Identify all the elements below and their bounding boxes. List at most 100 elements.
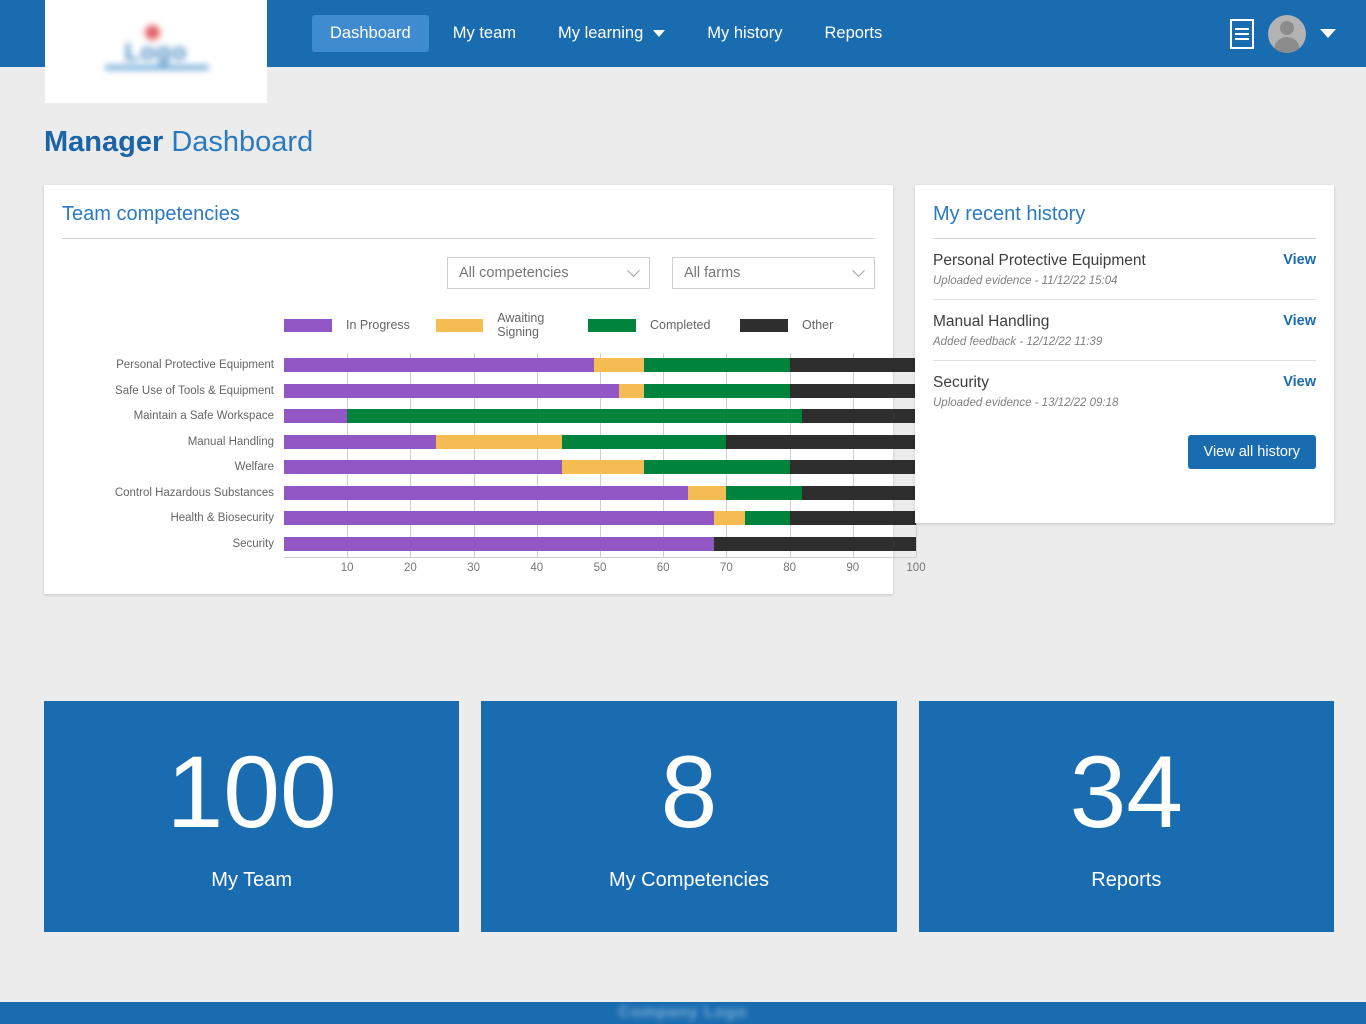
- nav-item-label: Reports: [824, 24, 883, 42]
- chart-bar-segment: [284, 383, 619, 398]
- nav-item-my-learning[interactable]: My learning: [540, 15, 683, 52]
- footer-logo-text: Company Logo: [618, 1004, 748, 1021]
- chart-x-axis: 10 20 30 40 50 60 70 80 90 100: [284, 557, 926, 579]
- chevron-down-icon: [852, 263, 865, 277]
- nav-item-my-team[interactable]: My team: [435, 15, 534, 52]
- user-avatar-icon[interactable]: [1268, 14, 1306, 53]
- legend-label: In Progress: [346, 318, 410, 332]
- history-list-item: Personal Protective Equipment Uploaded ev…: [933, 239, 1316, 300]
- page-title: Manager Dashboard: [44, 126, 313, 159]
- chart-bar-segment: [789, 358, 916, 372]
- chart-stacked-bar: [284, 434, 916, 449]
- nav-item-label: Dashboard: [330, 24, 411, 42]
- chart-bar-segment: [284, 409, 348, 423]
- nav-item-label: My history: [707, 24, 783, 42]
- chart-bar-row: Health & Biosecurity: [170, 506, 916, 532]
- chevron-down-icon: [653, 30, 666, 37]
- chart-category-label: Safe Use of Tools & Equipment: [115, 384, 274, 397]
- chart-stacked-bar: [284, 511, 916, 525]
- chart-bar-segment: [789, 460, 916, 474]
- chevron-down-icon[interactable]: [1320, 29, 1336, 38]
- legend-item: In Progress: [284, 311, 436, 339]
- chart-bar-segment: [284, 434, 436, 449]
- stat-tile-row: 100 My Team 8 My Competencies 34 Reports: [44, 701, 1334, 932]
- history-item-view-link[interactable]: View: [1283, 374, 1316, 390]
- chart-bar-segment: [284, 485, 689, 500]
- history-list-item: Security Uploaded evidence - 13/12/22 09:…: [933, 361, 1316, 421]
- nav-item-label: My learning: [558, 24, 644, 42]
- history-list-item: Manual Handling Added feedback - 12/12/22…: [933, 300, 1316, 361]
- nav-item-my-history[interactable]: My history: [689, 15, 800, 52]
- legend-swatch: [588, 318, 636, 332]
- competency-filter-value: All competencies: [459, 265, 569, 281]
- chart-bar-segment: [789, 383, 916, 398]
- chart-filters: All competencies All farms: [44, 239, 893, 289]
- history-item-detail: Uploaded evidence - 11/12/22 15:04: [933, 275, 1118, 287]
- brand-logo[interactable]: Logo: [45, 0, 267, 103]
- chart-category-label: Health & Biosecurity: [170, 512, 274, 524]
- legend-swatch: [436, 318, 484, 332]
- chart-bar-segment: [644, 358, 790, 372]
- history-button-row: View all history: [915, 421, 1334, 487]
- chart-stacked-bar: [284, 358, 916, 372]
- team-competencies-card: Team competencies All competencies All f…: [44, 185, 926, 594]
- chevron-down-icon: [627, 263, 640, 277]
- chart-bar-segment: [435, 434, 563, 449]
- axis-tick-label: 100: [906, 562, 926, 574]
- stat-tile-my-team[interactable]: 100 My Team: [44, 701, 460, 932]
- logo-graphic: Logo: [81, 24, 231, 79]
- nav-item-dashboard[interactable]: Dashboard: [312, 15, 429, 52]
- chart-bar-segment: [618, 383, 645, 398]
- legend-item: Awaiting Signing: [436, 311, 588, 339]
- chart-bar-segment: [713, 511, 746, 525]
- stat-tile-label: Reports: [1091, 869, 1162, 891]
- chart-category-label: Control Hazardous Substances: [114, 486, 274, 499]
- chart-bar-segment: [726, 434, 916, 449]
- nav-item-reports[interactable]: Reports: [806, 15, 900, 52]
- chart-bar-row: Safe Use of Tools & Equipment: [115, 379, 916, 405]
- chart-bar-segment: [562, 434, 727, 449]
- legend-label: Other: [802, 318, 834, 332]
- page-title-bold: Manager: [44, 126, 164, 158]
- axis-tick-label: 90: [846, 562, 860, 574]
- history-item-view-link[interactable]: View: [1283, 313, 1316, 329]
- history-item-view-link[interactable]: View: [1283, 252, 1316, 268]
- chart-bar-segment: [284, 511, 714, 525]
- chart-category-label: Security: [232, 537, 274, 550]
- axis-tick-label: 60: [656, 562, 670, 574]
- hamburger-menu-icon[interactable]: [1230, 18, 1254, 49]
- stat-tile-label: My Competencies: [608, 869, 770, 891]
- history-item-detail: Added feedback - 12/12/22 11:39: [933, 336, 1103, 348]
- legend-item: Other: [740, 311, 892, 339]
- stat-tile-label: My Team: [211, 869, 293, 891]
- history-list: Personal Protective Equipment Uploaded ev…: [915, 239, 1334, 421]
- farm-filter-value: All farms: [684, 265, 741, 281]
- chart-bar-segment: [284, 460, 563, 474]
- chart-bar-rows: Personal Protective Equipment Safe Use of…: [115, 353, 917, 557]
- chart-bar-segment: [284, 536, 714, 551]
- farm-filter-select[interactable]: All farms: [672, 257, 875, 289]
- stat-tile-value: 8: [660, 735, 718, 849]
- chart-category-label: Personal Protective Equipment: [116, 359, 274, 371]
- chart-bar-segment: [347, 409, 803, 423]
- competency-filter-select[interactable]: All competencies: [447, 257, 650, 289]
- chart-category-label: Manual Handling: [187, 435, 274, 448]
- stat-tile-reports[interactable]: 34 Reports: [918, 701, 1334, 932]
- chart-bar-segment: [726, 485, 803, 500]
- legend-swatch: [740, 318, 788, 332]
- history-card-title: My recent history: [933, 203, 1086, 225]
- axis-tick-label: 20: [403, 562, 417, 574]
- chart-bar-segment: [593, 358, 645, 372]
- page-title-rest: Dashboard: [163, 126, 314, 158]
- chart-card-title: Team competencies: [62, 203, 240, 225]
- chart-bar-row: Manual Handling: [188, 430, 916, 456]
- history-item-name: Personal Protective Equipment: [933, 252, 1146, 269]
- view-all-history-button[interactable]: View all history: [1187, 435, 1316, 469]
- chart-bar-segment: [745, 511, 790, 525]
- legend-label: Completed: [650, 318, 711, 332]
- chart-stacked-bar: [284, 460, 916, 474]
- stat-tile-my-competencies[interactable]: 8 My Competencies: [481, 701, 897, 932]
- chart-bar-segment: [789, 511, 916, 525]
- chart-bar-row: Maintain a Safe Workspace: [134, 404, 916, 430]
- legend-label: Awaiting Signing: [497, 311, 545, 339]
